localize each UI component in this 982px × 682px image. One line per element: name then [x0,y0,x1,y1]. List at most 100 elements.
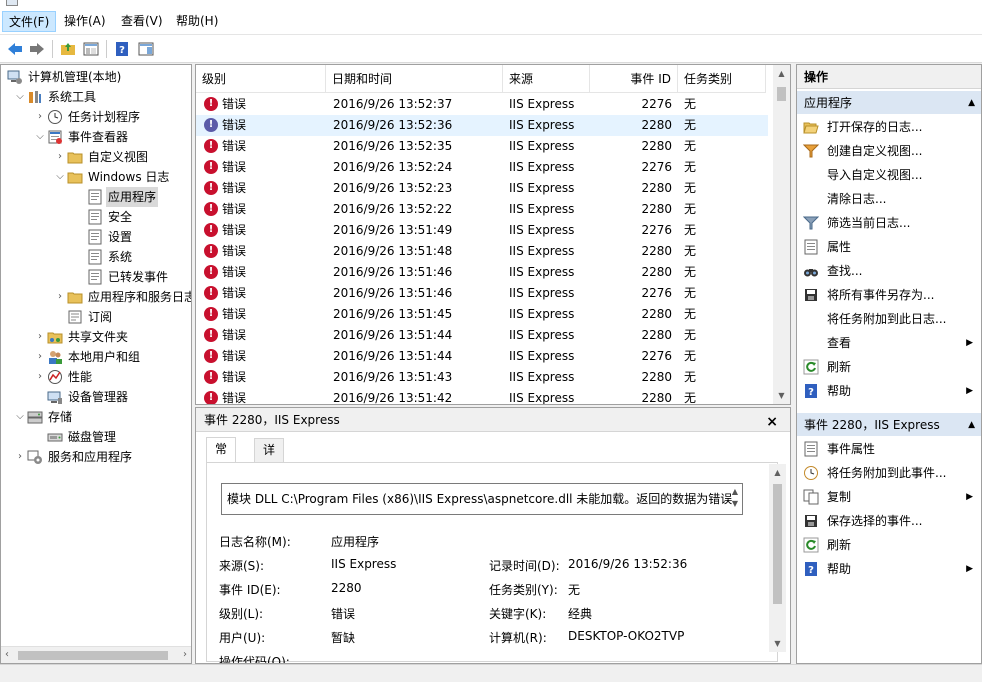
action-item[interactable]: 复制 ▶ [797,485,981,509]
table-row[interactable]: ! 错误 2016/9/26 13:51:44 IIS Express 2280 无 [196,325,768,346]
table-row[interactable]: ! 错误 2016/9/26 13:51:44 IIS Express 2276 无 [196,346,768,367]
tree-item-17[interactable]: ⌵ 存储 [1,407,191,427]
up-folder-button[interactable] [58,39,78,59]
scrollbar-thumb[interactable] [18,651,168,660]
tree-item-4[interactable]: › 自定义视图 [1,147,191,167]
menu-file[interactable]: 文件(F) [2,11,57,32]
tab-general[interactable]: 常规 [206,437,237,478]
tree-item-8[interactable]: 设置 [1,227,191,247]
tree-collapsed-arrow-icon[interactable]: › [35,107,45,127]
action-item[interactable]: 打开保存的日志... [797,115,981,139]
action-item[interactable]: 刷新 [797,533,981,557]
table-row[interactable]: ! 错误 2016/9/26 13:51:45 IIS Express 2280 无 [196,304,768,325]
scroll-right-arrow-icon[interactable]: › [183,649,187,660]
scroll-left-arrow-icon[interactable]: ‹ [5,649,9,660]
actions-section-event[interactable]: 事件 2280，IIS Express ▲ [797,412,981,436]
tree-item-2[interactable]: › 任务计划程序 [1,107,191,127]
tab-details[interactable]: 详细信息 [254,438,285,523]
action-item[interactable]: 将任务附加到此事件... [797,461,981,485]
action-item[interactable]: 导入自定义视图... [797,163,981,187]
table-row[interactable]: ! 错误 2016/9/26 13:51:49 IIS Express 2276 无 [196,220,768,241]
table-row[interactable]: ! 错误 2016/9/26 13:52:23 IIS Express 2280 无 [196,178,768,199]
action-item[interactable]: 属性 [797,235,981,259]
action-item[interactable]: ? 帮助 ▶ [797,379,981,403]
action-item[interactable]: 筛选当前日志... [797,211,981,235]
action-item[interactable]: 查看 ▶ [797,331,981,355]
table-row[interactable]: ! 错误 2016/9/26 13:51:48 IIS Express 2280 无 [196,241,768,262]
table-row[interactable]: ! 错误 2016/9/26 13:52:22 IIS Express 2280 无 [196,199,768,220]
action-item[interactable]: 刷新 [797,355,981,379]
tree-item-13[interactable]: › 共享文件夹 [1,327,191,347]
tree-collapsed-arrow-icon[interactable]: › [15,447,25,467]
tree-item-14[interactable]: › 本地用户和组 [1,347,191,367]
tree-item-6[interactable]: 应用程序 [1,187,191,207]
menu-view[interactable]: 查看(V) [115,11,169,32]
detail-vertical-scrollbar[interactable]: ▲ ▼ [769,464,786,652]
tree-item-0[interactable]: 计算机管理(本地) [1,67,191,87]
help-button[interactable]: ? [112,39,132,59]
table-row[interactable]: ! 错误 2016/9/26 13:51:43 IIS Express 2280 无 [196,367,768,388]
column-header-level[interactable]: 级别 [196,65,326,93]
table-row[interactable]: ! 错误 2016/9/26 13:51:42 IIS Express 2280 无 [196,388,768,404]
tree-item-18[interactable]: 磁盘管理 [1,427,191,447]
action-item[interactable]: 查找... [797,259,981,283]
action-item[interactable]: 保存选择的事件... [797,509,981,533]
column-header-datetime[interactable]: 日期和时间 [326,65,503,93]
table-row[interactable]: ! 错误 2016/9/26 13:51:46 IIS Express 2280 无 [196,262,768,283]
description-scroll-spinner-icon[interactable]: ▲ ▼ [732,486,738,510]
table-row[interactable]: ! 错误 2016/9/26 13:52:36 IIS Express 2280 无 [196,115,768,136]
tree-item-11[interactable]: › 应用程序和服务日志 [1,287,191,307]
tree-item-7[interactable]: 安全 [1,207,191,227]
forward-button[interactable] [27,39,47,59]
tree-collapsed-arrow-icon[interactable]: › [55,287,65,307]
table-row[interactable]: ! 错误 2016/9/26 13:52:37 IIS Express 2276 无 [196,94,768,115]
scroll-up-arrow-icon[interactable]: ▲ [773,65,790,82]
actions-section-application[interactable]: 应用程序 ▲ [797,90,981,114]
tree-item-12[interactable]: 订阅 [1,307,191,327]
tree-item-9[interactable]: 系统 [1,247,191,267]
event-description-field[interactable]: 模块 DLL C:\Program Files (x86)\IIS Expres… [221,483,743,515]
tree-expanded-arrow-icon[interactable]: ⌵ [55,167,65,187]
collapse-caret-icon[interactable]: ▲ [968,413,975,437]
tree-collapsed-arrow-icon[interactable]: › [35,367,45,387]
tree-item-10[interactable]: 已转发事件 [1,267,191,287]
tree-item-19[interactable]: › 服务和应用程序 [1,447,191,467]
back-button[interactable] [5,39,25,59]
menu-help[interactable]: 帮助(H) [170,11,224,32]
menu-action[interactable]: 操作(A) [58,11,112,32]
action-item[interactable]: 清除日志... [797,187,981,211]
tree-collapsed-arrow-icon[interactable]: › [55,147,65,167]
column-header-source[interactable]: 来源 [503,65,590,93]
column-header-event-id[interactable]: 事件 ID [590,65,678,93]
tree-horizontal-scrollbar[interactable]: ‹ › [1,646,191,663]
tree-item-3[interactable]: ⌵ 事件查看器 [1,127,191,147]
list-vertical-scrollbar[interactable]: ▲ ▼ [773,65,790,404]
action-item[interactable]: 将所有事件另存为... [797,283,981,307]
action-item[interactable]: 事件属性 [797,437,981,461]
tree-item-1[interactable]: ⌵ 系统工具 [1,87,191,107]
scroll-up-arrow-icon[interactable]: ▲ [769,464,786,481]
tree-collapsed-arrow-icon[interactable]: › [35,347,45,367]
tree-item-16[interactable]: 设备管理器 [1,387,191,407]
tree-item-5[interactable]: ⌵ Windows 日志 [1,167,191,187]
scroll-down-arrow-icon[interactable]: ▼ [773,387,790,404]
action-item[interactable]: ? 帮助 ▶ [797,557,981,581]
tree-item-15[interactable]: › 性能 [1,367,191,387]
scrollbar-thumb[interactable] [773,484,782,604]
scroll-down-arrow-icon[interactable]: ▼ [769,635,786,652]
table-row[interactable]: ! 错误 2016/9/26 13:51:46 IIS Express 2276 无 [196,283,768,304]
action-item[interactable]: 将任务附加到此日志... [797,307,981,331]
table-row[interactable]: ! 错误 2016/9/26 13:52:24 IIS Express 2276 无 [196,157,768,178]
tree-expanded-arrow-icon[interactable]: ⌵ [15,407,25,427]
show-hide-tree-button[interactable] [81,39,101,59]
show-action-pane-button[interactable] [136,39,156,59]
tree-expanded-arrow-icon[interactable]: ⌵ [15,87,25,107]
scrollbar-thumb[interactable] [777,87,786,101]
table-row[interactable]: ! 错误 2016/9/26 13:52:35 IIS Express 2280 无 [196,136,768,157]
column-header-task-category[interactable]: 任务类别 [678,65,766,93]
tree-collapsed-arrow-icon[interactable]: › [35,327,45,347]
close-icon[interactable]: × [766,410,778,434]
collapse-caret-icon[interactable]: ▲ [968,91,975,115]
tree-expanded-arrow-icon[interactable]: ⌵ [35,127,45,147]
action-item[interactable]: 创建自定义视图... [797,139,981,163]
